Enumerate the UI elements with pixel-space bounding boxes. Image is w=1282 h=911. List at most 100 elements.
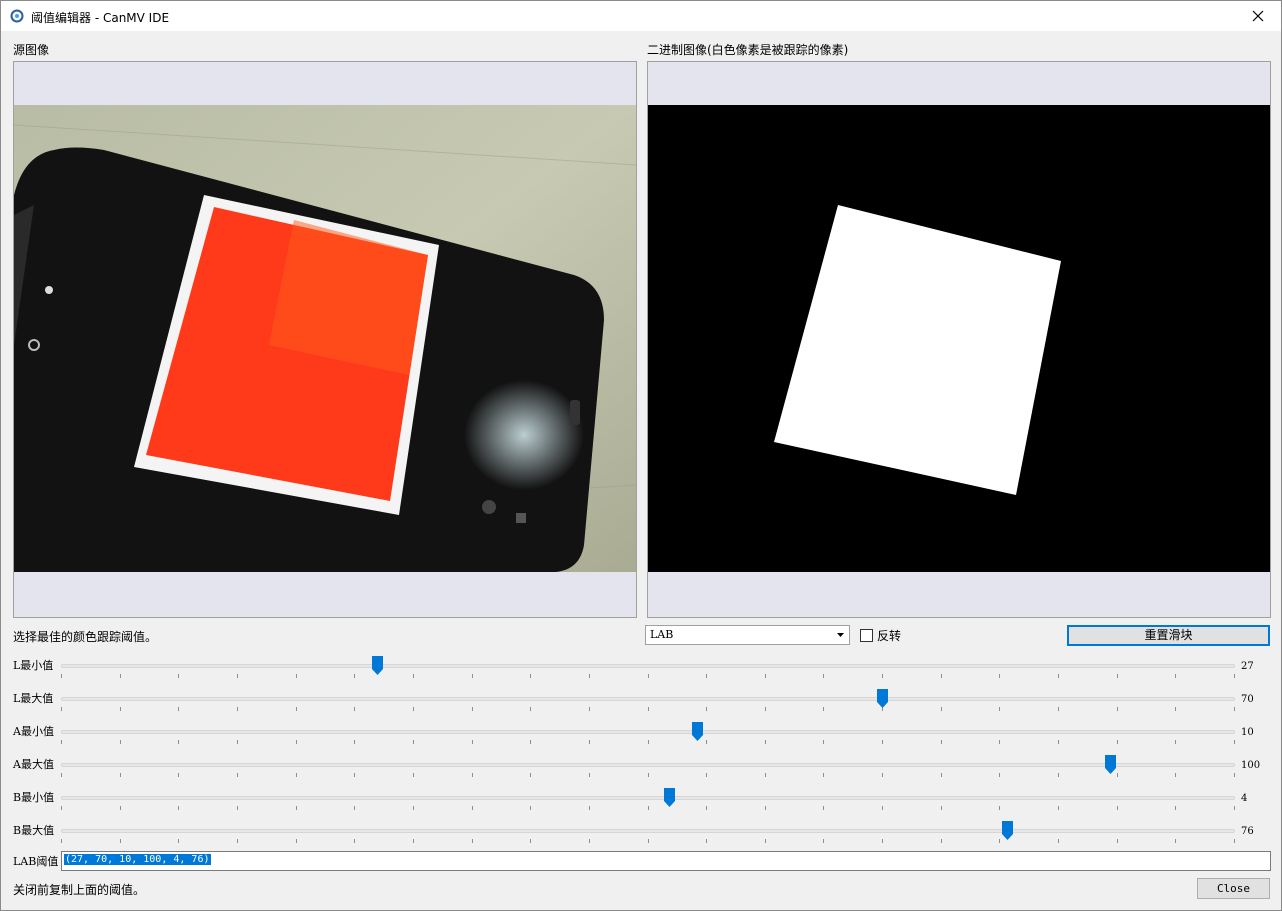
slider-track[interactable] bbox=[61, 730, 1235, 734]
slider-tick bbox=[530, 740, 532, 744]
slider-tick bbox=[1175, 806, 1177, 810]
slider-track[interactable] bbox=[61, 697, 1235, 701]
slider-tick bbox=[61, 740, 62, 744]
slider-tick bbox=[1058, 707, 1060, 711]
slider-tick bbox=[764, 773, 766, 777]
invert-label: 反转 bbox=[877, 629, 902, 643]
slider-track[interactable] bbox=[61, 763, 1235, 767]
slider-tick bbox=[530, 674, 532, 678]
slider-thumb[interactable] bbox=[1002, 821, 1014, 840]
reset-sliders-button[interactable]: 重置滑块 bbox=[1067, 625, 1270, 646]
slider-tick bbox=[1234, 740, 1235, 744]
slider-tick bbox=[647, 806, 649, 810]
slider-tick bbox=[823, 806, 825, 810]
slider-tick bbox=[999, 806, 1001, 810]
slider-tick bbox=[178, 773, 180, 777]
slider-track[interactable] bbox=[61, 829, 1235, 833]
slider-tick bbox=[999, 674, 1001, 678]
slider-tick bbox=[706, 806, 708, 810]
slider-tick bbox=[882, 806, 884, 810]
close-window-icon[interactable] bbox=[1235, 1, 1281, 31]
slider-tick bbox=[119, 806, 121, 810]
slider-tick bbox=[588, 674, 590, 678]
slider-value: 100 bbox=[1241, 760, 1261, 771]
slider-l-max: L最大值 70 bbox=[1, 687, 1282, 720]
slider-tick bbox=[471, 674, 473, 678]
slider-tick bbox=[178, 707, 180, 711]
slider-ticks bbox=[61, 839, 1235, 845]
slider-thumb[interactable] bbox=[372, 656, 384, 675]
slider-ticks bbox=[61, 674, 1235, 680]
slider-tick bbox=[940, 806, 942, 810]
slider-tick bbox=[412, 707, 414, 711]
slider-tick bbox=[236, 740, 238, 744]
lab-threshold-field[interactable]: (27, 70, 10, 100, 4, 76) bbox=[61, 851, 1271, 871]
slider-tick bbox=[940, 740, 942, 744]
slider-tick bbox=[647, 707, 649, 711]
colorspace-select[interactable]: LAB bbox=[645, 625, 850, 645]
slider-tick bbox=[354, 806, 356, 810]
window-title: 阈值编辑器 - CanMV IDE bbox=[31, 11, 170, 25]
slider-ticks bbox=[61, 740, 1235, 746]
slider-b-max: B最大值 76 bbox=[1, 819, 1282, 852]
slider-tick bbox=[706, 839, 708, 843]
slider-thumb[interactable] bbox=[663, 788, 675, 807]
close-button[interactable]: Close bbox=[1197, 878, 1270, 899]
slider-l-min: L最小值 27 bbox=[1, 654, 1282, 687]
source-image-pane bbox=[13, 61, 637, 618]
colorspace-value: LAB bbox=[650, 628, 674, 641]
lab-threshold-value: (27, 70, 10, 100, 4, 76) bbox=[64, 854, 211, 865]
slider-track[interactable] bbox=[61, 796, 1235, 800]
slider-tick bbox=[412, 740, 414, 744]
slider-value: 27 bbox=[1241, 661, 1254, 672]
slider-tick bbox=[119, 740, 121, 744]
slider-tick bbox=[1116, 806, 1118, 810]
slider-tick bbox=[412, 839, 414, 843]
slider-tick bbox=[119, 839, 121, 843]
slider-tick bbox=[940, 839, 942, 843]
slider-tick bbox=[1234, 773, 1235, 777]
slider-tick bbox=[295, 806, 297, 810]
slider-tick bbox=[764, 707, 766, 711]
title-bar[interactable]: 阈值编辑器 - CanMV IDE bbox=[1, 1, 1281, 31]
slider-tick bbox=[1116, 707, 1118, 711]
slider-tick bbox=[1234, 806, 1235, 810]
slider-tick bbox=[236, 773, 238, 777]
slider-tick bbox=[764, 839, 766, 843]
slider-tick bbox=[882, 740, 884, 744]
slider-tick bbox=[764, 740, 766, 744]
slider-tick bbox=[1116, 674, 1118, 678]
slider-tick bbox=[1058, 740, 1060, 744]
slider-tick bbox=[1175, 839, 1177, 843]
slider-tick bbox=[588, 806, 590, 810]
canmv-app-icon bbox=[10, 9, 24, 23]
slider-thumb[interactable] bbox=[692, 722, 704, 741]
slider-tick bbox=[706, 740, 708, 744]
slider-tick bbox=[119, 773, 121, 777]
slider-tick bbox=[588, 773, 590, 777]
slider-tick bbox=[354, 707, 356, 711]
slider-track[interactable] bbox=[61, 664, 1235, 668]
slider-tick bbox=[588, 740, 590, 744]
slider-tick bbox=[882, 674, 884, 678]
invert-checkbox[interactable] bbox=[860, 629, 873, 642]
slider-thumb[interactable] bbox=[877, 689, 889, 708]
slider-value: 4 bbox=[1241, 793, 1248, 804]
binary-image-label: 二进制图像(白色像素是被跟踪的像素) bbox=[647, 43, 849, 57]
slider-tick bbox=[471, 707, 473, 711]
slider-tick bbox=[1175, 707, 1177, 711]
slider-tick bbox=[236, 839, 238, 843]
source-image bbox=[14, 105, 636, 572]
slider-tick bbox=[940, 773, 942, 777]
slider-tick bbox=[1116, 740, 1118, 744]
slider-label: L最大值 bbox=[13, 692, 54, 705]
slider-tick bbox=[61, 773, 62, 777]
slider-tick bbox=[119, 674, 121, 678]
slider-ticks bbox=[61, 773, 1235, 779]
slider-tick bbox=[882, 773, 884, 777]
slider-tick bbox=[471, 806, 473, 810]
threshold-hint: 选择最佳的颜色跟踪阈值。 bbox=[13, 630, 158, 644]
invert-toggle[interactable]: 反转 bbox=[860, 627, 901, 644]
slider-thumb[interactable] bbox=[1105, 755, 1117, 774]
slider-tick bbox=[823, 839, 825, 843]
